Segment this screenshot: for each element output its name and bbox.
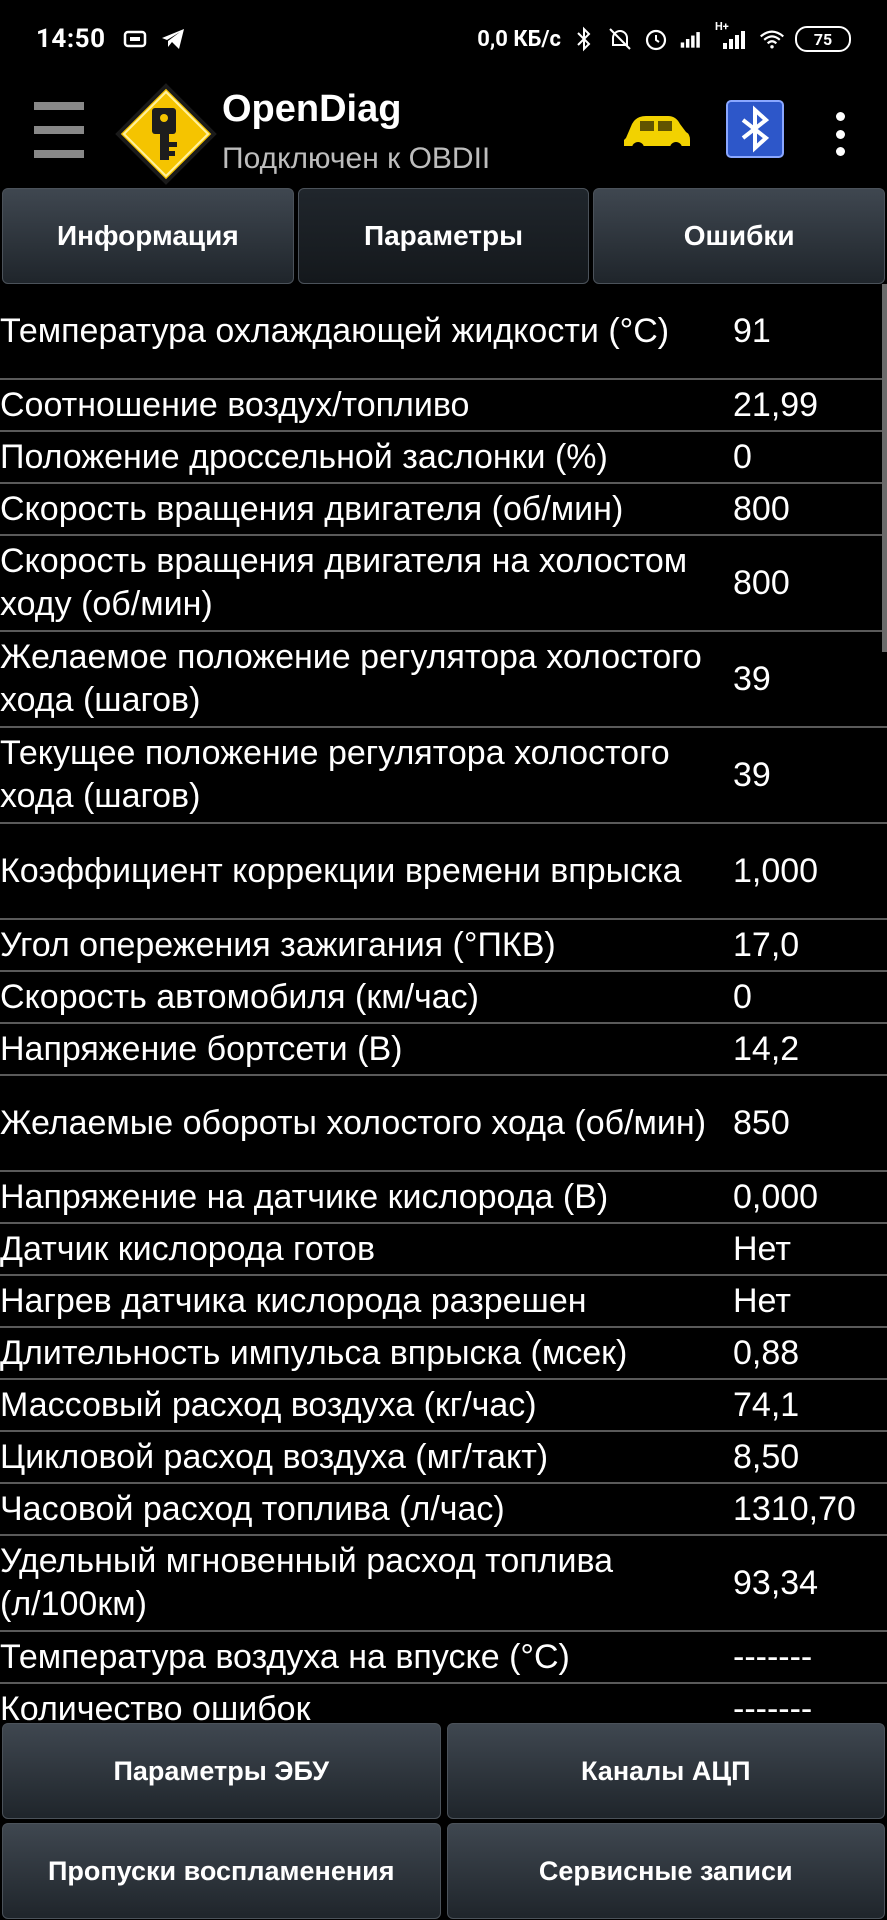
- parameter-value: 1310,70: [733, 1489, 856, 1528]
- parameter-value: 0,88: [733, 1333, 800, 1372]
- battery-icon: 75: [795, 26, 851, 52]
- parameter-value: Нет: [733, 1229, 791, 1268]
- connection-status: Подключен к OBDII: [222, 142, 491, 175]
- overflow-menu-icon[interactable]: [832, 112, 848, 156]
- parameter-value: 850: [733, 1103, 790, 1142]
- alarm-icon: [643, 26, 669, 52]
- parameter-name: Текущее положение регулятора холостого х…: [0, 734, 670, 815]
- parameter-name: Скорость автомобиля (км/час): [0, 977, 480, 1016]
- list-item: Цикловой расход воздуха (мг/такт) 8,50: [0, 1432, 887, 1484]
- parameter-value: 1,000: [733, 851, 819, 890]
- parameter-name: Желаемые обороты холостого хода (об/мин): [0, 1103, 707, 1142]
- list-item: Желаемые обороты холостого хода (об/мин)…: [0, 1076, 887, 1172]
- list-item: Текущее положение регулятора холостого х…: [0, 728, 887, 824]
- parameter-name: Скорость вращения двигателя (об/мин): [0, 489, 624, 528]
- parameter-name: Напряжение бортсети (В): [0, 1029, 403, 1068]
- parameter-name: Температура охлаждающей жидкости (°C): [0, 311, 670, 350]
- parameter-value: 800: [733, 489, 790, 528]
- list-item: Коэффициент коррекции времени впрыска 1,0…: [0, 824, 887, 920]
- parameter-value: -------: [733, 1637, 813, 1676]
- parameter-name: Соотношение воздух/топливо: [0, 385, 470, 424]
- parameter-value: 39: [733, 755, 771, 794]
- network-type-label: H+: [715, 20, 729, 33]
- list-item: Соотношение воздух/топливо 21,99: [0, 380, 887, 432]
- list-item: Скорость автомобиля (км/час) 0: [0, 972, 887, 1024]
- parameter-name: Датчик кислорода готов: [0, 1229, 376, 1268]
- parameter-value: 74,1: [733, 1385, 800, 1424]
- parameter-name: Часовой расход топлива (л/час): [0, 1489, 505, 1528]
- list-item: Скорость вращения двигателя (об/мин) 800: [0, 484, 887, 536]
- action-bar: OpenDiag Подключен к OBDII: [0, 78, 887, 188]
- list-item: Длительность импульса впрыска (мсек) 0,88: [0, 1328, 887, 1380]
- parameter-value: 93,34: [733, 1563, 819, 1602]
- list-item: Угол опережения зажигания (°ПКВ) 17,0: [0, 920, 887, 972]
- list-item: Количество ошибок -------: [0, 1684, 887, 1725]
- parameter-value: 39: [733, 659, 771, 698]
- list-item: Желаемое положение регулятора холостого …: [0, 632, 887, 728]
- misfires-button[interactable]: Пропуски воспламенения: [2, 1823, 441, 1919]
- net-speed: 0,0 КБ/с: [477, 26, 561, 52]
- status-time: 14:50: [36, 24, 106, 54]
- telegram-icon: [160, 26, 186, 52]
- menu-icon[interactable]: [34, 102, 84, 158]
- parameter-name: Скорость вращения двигателя на холостом …: [0, 542, 688, 623]
- parameter-name: Положение дроссельной заслонки (%): [0, 437, 608, 476]
- signal-hplus-icon: H+: [715, 20, 749, 52]
- app-title: OpenDiag: [222, 88, 402, 130]
- service-records-button[interactable]: Сервисные записи: [446, 1823, 885, 1919]
- list-item: Массовый расход воздуха (кг/час) 74,1: [0, 1380, 887, 1432]
- parameter-value: 800: [733, 563, 790, 602]
- adc-channels-button[interactable]: Каналы АЦП: [446, 1723, 885, 1819]
- list-item: Температура воздуха на впуске (°C) ------…: [0, 1632, 887, 1684]
- list-item: Удельный мгновенный расход топлива (л/10…: [0, 1536, 887, 1632]
- parameter-value: 91: [733, 311, 771, 350]
- tab-errors[interactable]: Ошибки: [593, 188, 886, 284]
- parameter-name: Угол опережения зажигания (°ПКВ): [0, 925, 556, 964]
- tab-bar: Информация Параметры Ошибки: [0, 188, 887, 284]
- parameter-value: 0: [733, 437, 752, 476]
- parameter-name: Коэффициент коррекции времени впрыска: [0, 851, 682, 890]
- parameter-value: 0,000: [733, 1177, 819, 1216]
- parameter-name: Количество ошибок: [0, 1689, 311, 1725]
- scrollbar[interactable]: [882, 284, 887, 652]
- bluetooth-button-icon[interactable]: [726, 100, 784, 158]
- parameter-list[interactable]: Температура охлаждающей жидкости (°C) 91 …: [0, 284, 887, 1724]
- car-icon[interactable]: [622, 108, 692, 156]
- list-item: Положение дроссельной заслонки (%) 0: [0, 432, 887, 484]
- parameter-name: Массовый расход воздуха (кг/час): [0, 1385, 537, 1424]
- sim-card-icon: [122, 26, 148, 52]
- parameter-name: Удельный мгновенный расход топлива (л/10…: [0, 1542, 614, 1623]
- list-item: Датчик кислорода готов Нет: [0, 1224, 887, 1276]
- list-item: Нагрев датчика кислорода разрешен Нет: [0, 1276, 887, 1328]
- tab-information[interactable]: Информация: [2, 188, 294, 284]
- list-item: Скорость вращения двигателя на холостом …: [0, 536, 887, 632]
- bluetooth-status-icon: [571, 26, 597, 52]
- mute-bell-icon: [607, 26, 633, 52]
- opendiag-logo-icon: [114, 82, 218, 186]
- bottom-button-grid: Параметры ЭБУ Каналы АЦП Пропуски воспла…: [0, 1722, 887, 1920]
- parameter-value: 21,99: [733, 385, 819, 424]
- signal-icon: [679, 26, 705, 52]
- parameter-value: 17,0: [733, 925, 800, 964]
- parameter-name: Нагрев датчика кислорода разрешен: [0, 1281, 587, 1320]
- status-bar: 14:50 0,0 КБ/с H+ 75: [0, 0, 887, 78]
- list-item: Часовой расход топлива (л/час) 1310,70: [0, 1484, 887, 1536]
- parameter-name: Длительность импульса впрыска (мсек): [0, 1333, 628, 1372]
- parameter-value: -------: [733, 1689, 813, 1725]
- parameter-value: 14,2: [733, 1029, 800, 1068]
- list-item: Температура охлаждающей жидкости (°C) 91: [0, 284, 887, 380]
- parameter-name: Желаемое положение регулятора холостого …: [0, 638, 702, 719]
- parameter-name: Температура воздуха на впуске (°C): [0, 1637, 570, 1676]
- parameter-value: 0: [733, 977, 752, 1016]
- list-item: Напряжение бортсети (В) 14,2: [0, 1024, 887, 1076]
- ecu-parameters-button[interactable]: Параметры ЭБУ: [2, 1723, 441, 1819]
- parameter-value: Нет: [733, 1281, 791, 1320]
- parameter-value: 8,50: [733, 1437, 800, 1476]
- parameter-name: Напряжение на датчике кислорода (В): [0, 1177, 609, 1216]
- list-item: Напряжение на датчике кислорода (В) 0,000: [0, 1172, 887, 1224]
- wifi-icon: [759, 26, 785, 52]
- tab-parameters[interactable]: Параметры: [297, 188, 590, 284]
- parameter-name: Цикловой расход воздуха (мг/такт): [0, 1437, 549, 1476]
